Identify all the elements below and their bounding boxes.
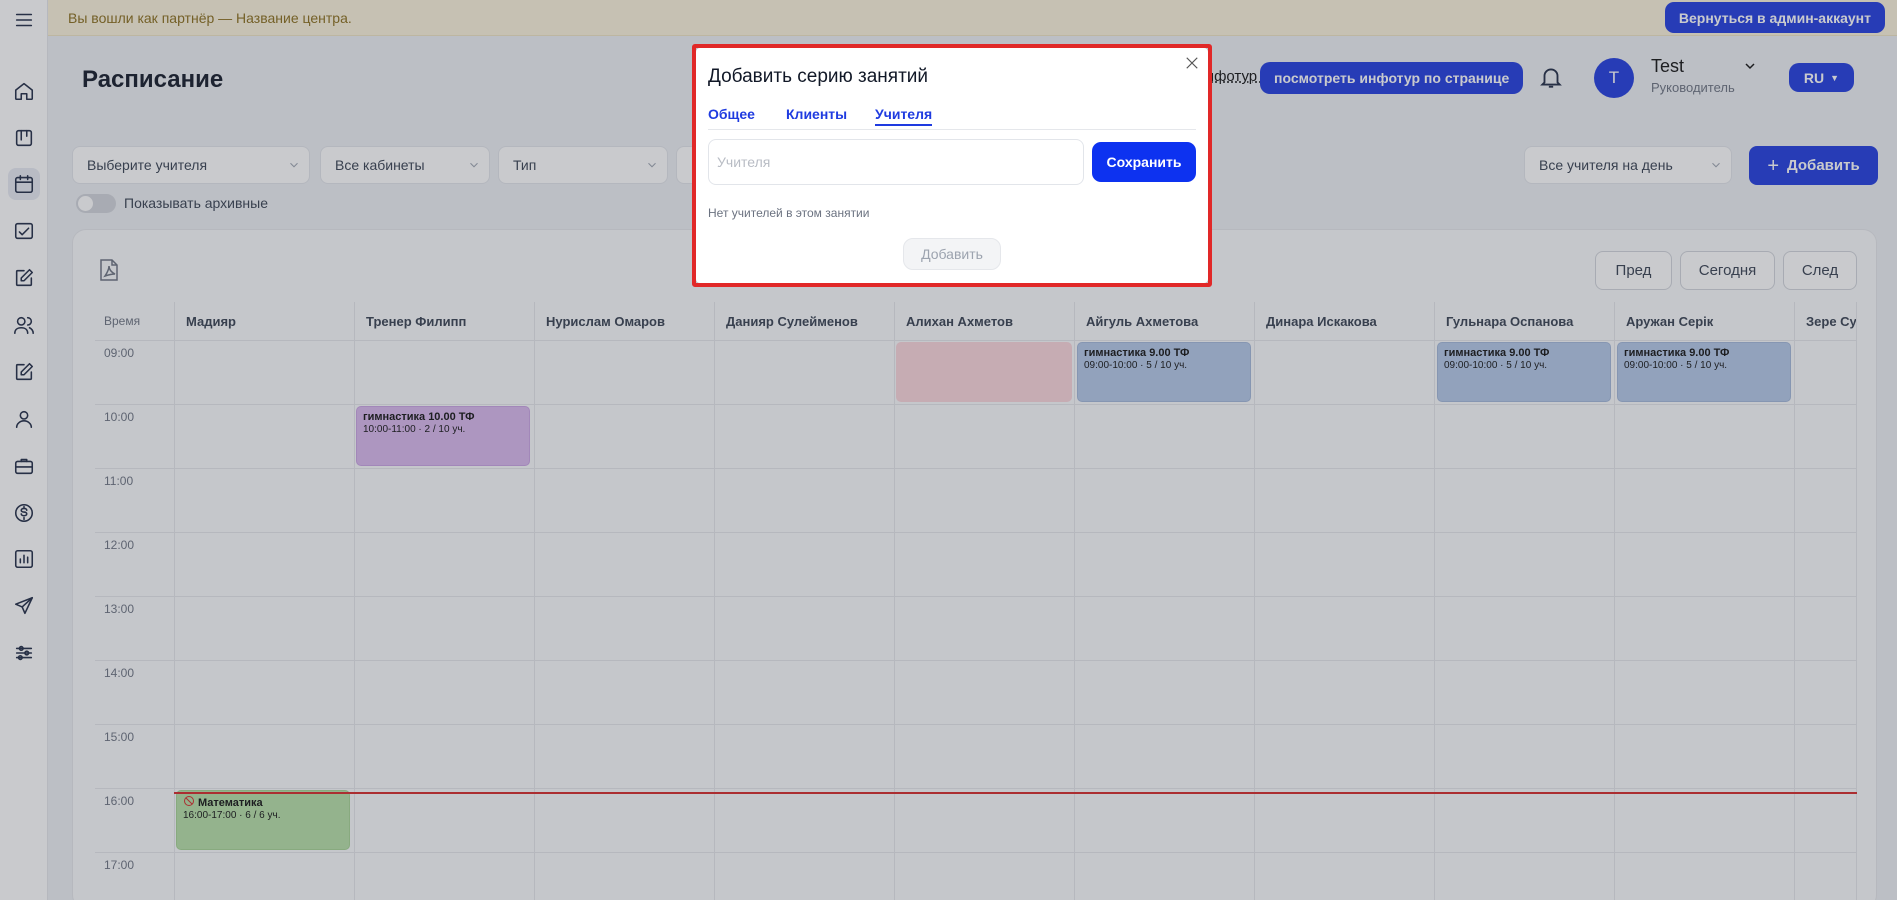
tab-clients[interactable]: Клиенты: [786, 106, 847, 122]
empty-teachers-text: Нет учителей в этом занятии: [708, 206, 870, 220]
tab-teachers[interactable]: Учителя: [875, 106, 933, 126]
modal-title: Добавить серию занятий: [708, 66, 929, 87]
close-icon[interactable]: [1183, 54, 1201, 72]
save-button[interactable]: Сохранить: [1092, 142, 1196, 182]
teachers-input[interactable]: [708, 139, 1084, 185]
add-series-modal: Добавить серию занятий Общее Клиенты Учи…: [696, 48, 1208, 283]
tab-general[interactable]: Общее: [708, 106, 755, 122]
tabs-divider: [708, 129, 1196, 130]
modal-add-button[interactable]: Добавить: [903, 238, 1001, 270]
